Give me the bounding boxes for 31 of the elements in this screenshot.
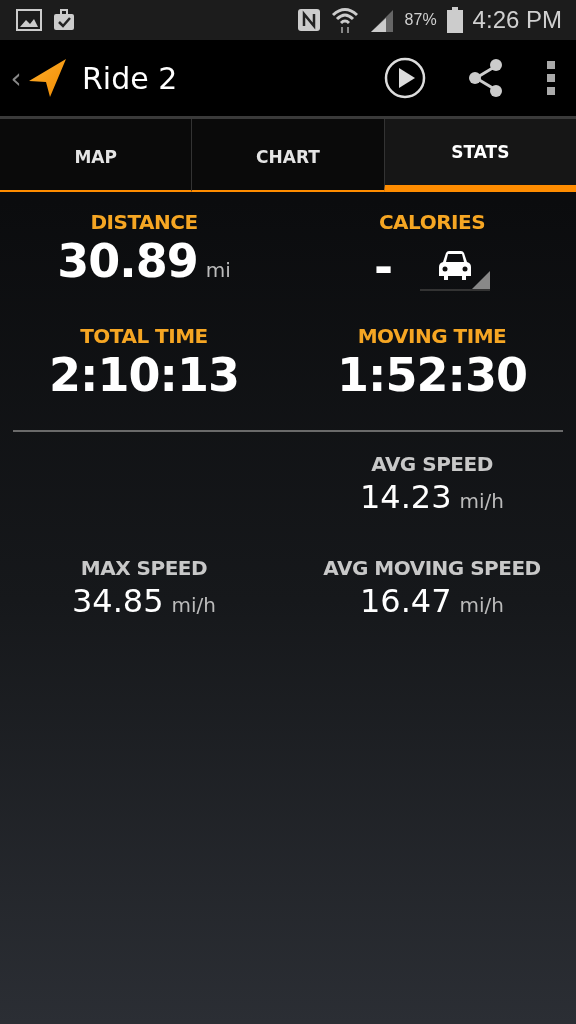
stat-unit: mi (205, 258, 231, 282)
tab[interactable]: MAP (0, 119, 192, 192)
battery-icon (446, 7, 463, 33)
nfc-icon (296, 8, 321, 32)
calories-value: - (373, 240, 393, 294)
stat-unit: mi/h (459, 489, 505, 513)
stat-label: MOVING TIME (357, 324, 507, 348)
battery-percent: 87% (404, 11, 437, 29)
stat-value: 30.89 (57, 234, 198, 288)
stat-unit: mi/h (459, 593, 505, 617)
stat-label: MAX SPEED (80, 556, 208, 580)
stat-label: AVG MOVING SPEED (323, 556, 541, 580)
stat-label: DISTANCE (90, 210, 198, 234)
back-button[interactable]: ‹ (4, 61, 28, 95)
stat-value: 34.85 (71, 582, 164, 620)
stat-label: TOTAL TIME (80, 324, 208, 348)
navigation-arrow-icon (28, 58, 68, 98)
car-icon (437, 250, 474, 282)
stat-unit: mi/h (171, 593, 217, 617)
stat-value: 2:10:13 (49, 348, 239, 402)
tab[interactable]: STATS (383, 119, 576, 192)
stat-value: 14.23 (359, 478, 452, 516)
wifi-icon (330, 7, 359, 33)
stat-label: AVG SPEED (371, 452, 493, 476)
image-icon (16, 9, 42, 31)
stat-label: CALORIES (378, 210, 486, 234)
stat-value: 16.47 (359, 582, 452, 620)
dropdown-corner-icon (472, 271, 491, 289)
clock: 4:26 PM (472, 6, 562, 34)
stat-value: 1:52:30 (337, 348, 527, 402)
ride-title: Ride 2 (82, 60, 179, 96)
